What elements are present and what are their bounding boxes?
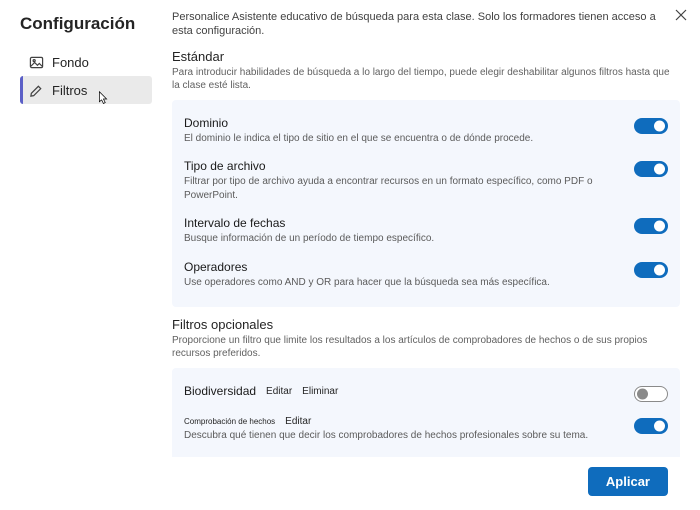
settings-dialog: Configuración Fondo Filtros Personalice …	[0, 0, 700, 510]
filter-desc: Filtrar por tipo de archivo ayuda a enco…	[184, 175, 622, 202]
sidebar-title: Configuración	[20, 14, 152, 34]
filter-desc: Use operadores como AND y OR para hacer …	[184, 276, 622, 290]
dialog-body: Configuración Fondo Filtros Personalice …	[0, 0, 700, 510]
filter-title: Intervalo de fechas	[184, 216, 622, 230]
filter-factcheck: Comprobación de hechos Editar Descubra q…	[184, 410, 668, 451]
sidebar: Configuración Fondo Filtros	[0, 0, 160, 510]
toggle-biodiversidad[interactable]	[634, 386, 668, 402]
filter-title: Dominio	[184, 116, 622, 130]
filter-tipo-archivo: Tipo de archivo Filtrar por tipo de arch…	[184, 153, 668, 210]
filter-desc: El dominio le indica el tipo de sitio en…	[184, 132, 622, 146]
close-button[interactable]	[672, 6, 690, 24]
factcheck-label: Comprobación de hechos	[184, 417, 275, 426]
standard-desc: Para introducir habilidades de búsqueda …	[172, 66, 680, 92]
toggle-operadores[interactable]	[634, 262, 668, 278]
filter-desc: Descubra qué tienen que decir los compro…	[184, 429, 622, 443]
standard-card: Dominio El dominio le indica el tipo de …	[172, 100, 680, 308]
standard-title: Estándar	[172, 49, 680, 64]
optional-title: Filtros opcionales	[172, 317, 680, 332]
filter-desc: Busque información de un período de tiem…	[184, 232, 622, 246]
sidebar-item-label: Filtros	[52, 83, 87, 98]
edit-link[interactable]: Editar	[285, 416, 311, 427]
delete-link[interactable]: Eliminar	[302, 386, 338, 397]
toggle-intervalo-fechas[interactable]	[634, 218, 668, 234]
filter-title: Operadores	[184, 260, 622, 274]
panel-subtitle: Personalice Asistente educativo de búsqu…	[172, 10, 686, 39]
filter-intervalo-fechas: Intervalo de fechas Busque información d…	[184, 210, 668, 254]
filter-title: Biodiversidad	[184, 384, 256, 398]
apply-button[interactable]: Aplicar	[588, 467, 668, 496]
filter-operadores: Operadores Use operadores como AND y OR …	[184, 254, 668, 298]
sidebar-item-filtros[interactable]: Filtros	[20, 76, 152, 104]
toggle-tipo-archivo[interactable]	[634, 161, 668, 177]
main-panel: Personalice Asistente educativo de búsqu…	[160, 0, 700, 510]
edit-link[interactable]: Editar	[266, 386, 292, 397]
optional-desc: Proporcione un filtro que limite los res…	[172, 334, 680, 360]
sidebar-item-fondo[interactable]: Fondo	[20, 48, 152, 76]
toggle-dominio[interactable]	[634, 118, 668, 134]
filter-biodiversidad: Biodiversidad Editar Eliminar	[184, 378, 668, 410]
image-icon	[28, 54, 44, 70]
filter-dominio: Dominio El dominio le indica el tipo de …	[184, 110, 668, 154]
pencil-icon	[28, 82, 44, 98]
optional-card: Biodiversidad Editar Eliminar Comprobaci…	[172, 368, 680, 457]
sidebar-item-label: Fondo	[52, 55, 89, 70]
scroll-area[interactable]: Estándar Para introducir habilidades de …	[172, 47, 686, 457]
dialog-footer: Aplicar	[172, 457, 686, 510]
toggle-factcheck[interactable]	[634, 418, 668, 434]
close-icon	[675, 9, 687, 21]
filter-title: Tipo de archivo	[184, 159, 622, 173]
